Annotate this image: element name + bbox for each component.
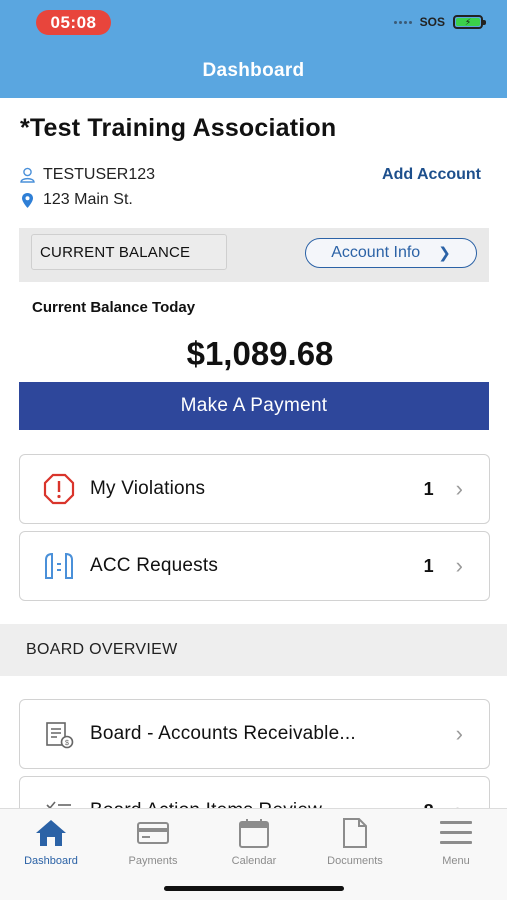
account-info-label: Account Info	[331, 244, 421, 261]
account-info-button[interactable]: Account Info ❯	[305, 238, 477, 268]
tab-dashboard[interactable]: Dashboard	[1, 817, 101, 867]
current-balance-tab[interactable]: CURRENT BALANCE	[31, 234, 227, 270]
tab-documents[interactable]: Documents	[305, 817, 405, 867]
credit-card-icon	[136, 817, 170, 849]
battery-icon: ⚡	[453, 15, 486, 29]
signal-icon	[393, 20, 412, 24]
address-text: 123 Main St.	[43, 191, 133, 208]
svg-text:$: $	[65, 740, 69, 747]
receivables-icon: $	[42, 717, 76, 751]
balance-amount: $1,089.68	[186, 335, 334, 372]
board-receivables-card[interactable]: $ Board - Accounts Receivable... ›	[19, 699, 490, 769]
board-overview-header: BOARD OVERVIEW	[0, 624, 507, 676]
chevron-right-icon: ›	[455, 553, 463, 578]
acc-requests-card[interactable]: ACC Requests 1 ›	[19, 531, 490, 601]
location-pin-icon	[22, 192, 33, 208]
chevron-right-icon: ›	[455, 721, 463, 746]
violations-count: 1	[423, 478, 434, 499]
acc-request-icon	[42, 549, 76, 583]
status-indicators: SOS ⚡	[393, 15, 486, 29]
balance-tab-bar: CURRENT BALANCE Account Info ❯	[19, 228, 489, 282]
tab-menu[interactable]: Menu	[406, 817, 506, 867]
hamburger-menu-icon	[439, 817, 473, 849]
tab-dashboard-label: Dashboard	[24, 855, 78, 867]
address-row: 123 Main St.	[20, 191, 133, 209]
tab-menu-label: Menu	[442, 855, 470, 867]
home-indicator[interactable]	[164, 886, 344, 891]
carrier-label: SOS	[419, 15, 445, 29]
acc-requests-count: 1	[423, 555, 434, 576]
tab-payments[interactable]: Payments	[103, 817, 203, 867]
violation-octagon-icon	[42, 472, 76, 506]
user-icon	[20, 167, 35, 183]
status-time: 05:08	[36, 10, 111, 35]
username-row: TESTUSER123	[20, 166, 155, 184]
tab-calendar[interactable]: Calendar	[204, 817, 304, 867]
page-title: Dashboard	[202, 60, 305, 81]
tab-documents-label: Documents	[327, 855, 383, 867]
app-header: 05:08 SOS ⚡ Dashboard	[0, 0, 507, 98]
add-account-link[interactable]: Add Account	[382, 166, 481, 184]
make-payment-button[interactable]: Make A Payment	[19, 382, 489, 430]
violations-label: My Violations	[90, 478, 206, 499]
home-icon	[34, 817, 68, 849]
chevron-right-icon: ❯	[438, 245, 451, 262]
balance-today-label: Current Balance Today	[32, 299, 196, 316]
board-receivables-label: Board - Accounts Receivable...	[90, 723, 356, 744]
chevron-right-icon: ›	[455, 476, 463, 501]
tab-calendar-label: Calendar	[231, 855, 277, 867]
calendar-icon	[238, 817, 270, 849]
violations-card[interactable]: My Violations 1 ›	[19, 454, 490, 524]
tab-payments-label: Payments	[128, 855, 178, 867]
acc-requests-label: ACC Requests	[90, 555, 219, 576]
username-text: TESTUSER123	[43, 166, 156, 183]
document-icon	[341, 817, 369, 849]
association-name: *Test Training Association	[20, 114, 337, 142]
